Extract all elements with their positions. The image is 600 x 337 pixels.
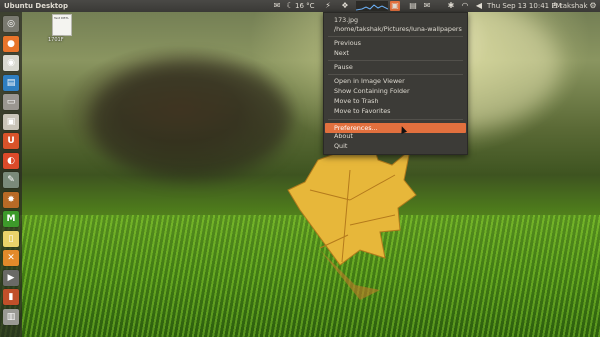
terminal-icon[interactable]: ▮ bbox=[3, 289, 19, 305]
desktop-wallpaper bbox=[0, 0, 600, 337]
firefox-icon[interactable]: ● bbox=[3, 35, 19, 52]
game-icon-glyph: ✸ bbox=[7, 194, 15, 205]
desktop-file-label[interactable]: 1701F bbox=[48, 37, 64, 43]
libreoffice-writer-icon[interactable]: ▤ bbox=[3, 74, 19, 91]
software-center-icon[interactable]: ◐ bbox=[3, 152, 19, 169]
software-center-icon-glyph: ◐ bbox=[7, 155, 15, 166]
notes-icon-glyph: ▯ bbox=[8, 233, 14, 244]
menu-path: /home/takshak/Pictures/luna-wallpapers bbox=[334, 25, 462, 33]
launcher: ◎ ● ◉ ▤ ▭ ▣ U ◐ ✎ ✸ M ▯ ✕ ▶ ▮ ▥ bbox=[0, 12, 22, 337]
menu-separator bbox=[328, 36, 463, 37]
messaging-icon[interactable]: ✉ bbox=[422, 1, 432, 11]
wallpaper-changer-icon[interactable]: ▣ bbox=[390, 1, 400, 11]
files-icon[interactable]: ▭ bbox=[3, 94, 19, 110]
chromium-icon-glyph: ◉ bbox=[7, 58, 15, 68]
wallpaper-menu: 173.jpg /home/takshak/Pictures/luna-wall… bbox=[323, 12, 468, 155]
dash-home-icon[interactable]: ◎ bbox=[3, 16, 19, 32]
files-icon-glyph: ▭ bbox=[6, 97, 16, 107]
ubuntu-one-icon-glyph: U bbox=[7, 136, 15, 146]
lightning-icon[interactable]: ⚡ bbox=[323, 1, 333, 11]
window-title: Ubuntu Desktop bbox=[4, 2, 68, 10]
menu-item-about[interactable]: About bbox=[334, 132, 353, 141]
tools-icon-glyph: ✕ bbox=[7, 253, 15, 263]
system-tool-icon[interactable]: ✎ bbox=[3, 172, 19, 188]
user-icon: ♙ bbox=[551, 1, 559, 10]
menu-item-next[interactable]: Next bbox=[334, 49, 349, 58]
media-icon[interactable]: ▶ bbox=[3, 269, 19, 286]
trash-icon-glyph: ▥ bbox=[6, 311, 16, 322]
user-name[interactable]: takshak bbox=[560, 1, 588, 11]
game-icon[interactable]: ✸ bbox=[3, 191, 19, 208]
cloud-icon[interactable]: ☾ bbox=[285, 1, 295, 11]
menu-item-open-in-image-viewer[interactable]: Open in Image Viewer bbox=[334, 77, 405, 86]
trash-icon[interactable]: ▥ bbox=[3, 308, 19, 325]
dropbox-icon[interactable]: ❖ bbox=[340, 1, 350, 11]
chat-icon[interactable]: ▤ bbox=[408, 1, 418, 11]
bluetooth-icon[interactable]: ✱ bbox=[446, 1, 456, 11]
image-viewer-icon-glyph: ▣ bbox=[6, 116, 16, 127]
firefox-icon-glyph: ● bbox=[7, 38, 15, 49]
dash-home-icon-glyph: ◎ bbox=[7, 19, 15, 29]
menu-item-pause[interactable]: Pause bbox=[334, 63, 353, 72]
menu-item-show-containing-folder[interactable]: Show Containing Folder bbox=[334, 87, 410, 96]
file-preview-text: Text DBTL bbox=[54, 16, 69, 20]
terminal-icon-glyph: ▮ bbox=[8, 292, 14, 302]
menu-item-previous[interactable]: Previous bbox=[334, 39, 361, 48]
menu-separator bbox=[328, 74, 463, 75]
menu-separator bbox=[328, 60, 463, 61]
menu-separator bbox=[328, 119, 463, 120]
mail-icon[interactable]: ✉ bbox=[272, 1, 282, 11]
menu-item-quit[interactable]: Quit bbox=[334, 142, 347, 151]
network-monitor-icon[interactable] bbox=[355, 1, 389, 11]
mcdonalds-app-icon[interactable]: M bbox=[3, 211, 19, 227]
wallpaper-leaf bbox=[287, 134, 417, 300]
image-viewer-icon[interactable]: ▣ bbox=[3, 113, 19, 130]
system-tool-icon-glyph: ✎ bbox=[7, 175, 15, 185]
menu-filename: 173.jpg bbox=[334, 16, 359, 24]
tools-icon[interactable]: ✕ bbox=[3, 250, 19, 266]
top-panel: Ubuntu Desktop ✉ ☾ 16 °C ⚡ ❖ ▣ ▤ ✉ ✱ ◠ ◀… bbox=[0, 0, 600, 12]
weather-indicator[interactable]: 16 °C bbox=[295, 1, 315, 11]
mcdonalds-app-icon-glyph: M bbox=[6, 214, 16, 224]
chromium-icon[interactable]: ◉ bbox=[3, 55, 19, 71]
ubuntu-one-icon[interactable]: U bbox=[3, 133, 19, 149]
menu-item-move-to-trash[interactable]: Move to Trash bbox=[334, 97, 379, 106]
desktop-file-icon[interactable]: Text DBTL bbox=[52, 14, 72, 36]
media-icon-glyph: ▶ bbox=[7, 272, 15, 283]
libreoffice-writer-icon-glyph: ▤ bbox=[6, 77, 16, 88]
notes-icon[interactable]: ▯ bbox=[3, 230, 19, 247]
wifi-icon[interactable]: ◠ bbox=[460, 1, 470, 11]
volume-icon[interactable]: ◀ bbox=[474, 1, 484, 11]
settings-icon[interactable]: ⚙ bbox=[588, 1, 598, 11]
menu-item-move-to-favorites[interactable]: Move to Favorites bbox=[334, 107, 390, 116]
